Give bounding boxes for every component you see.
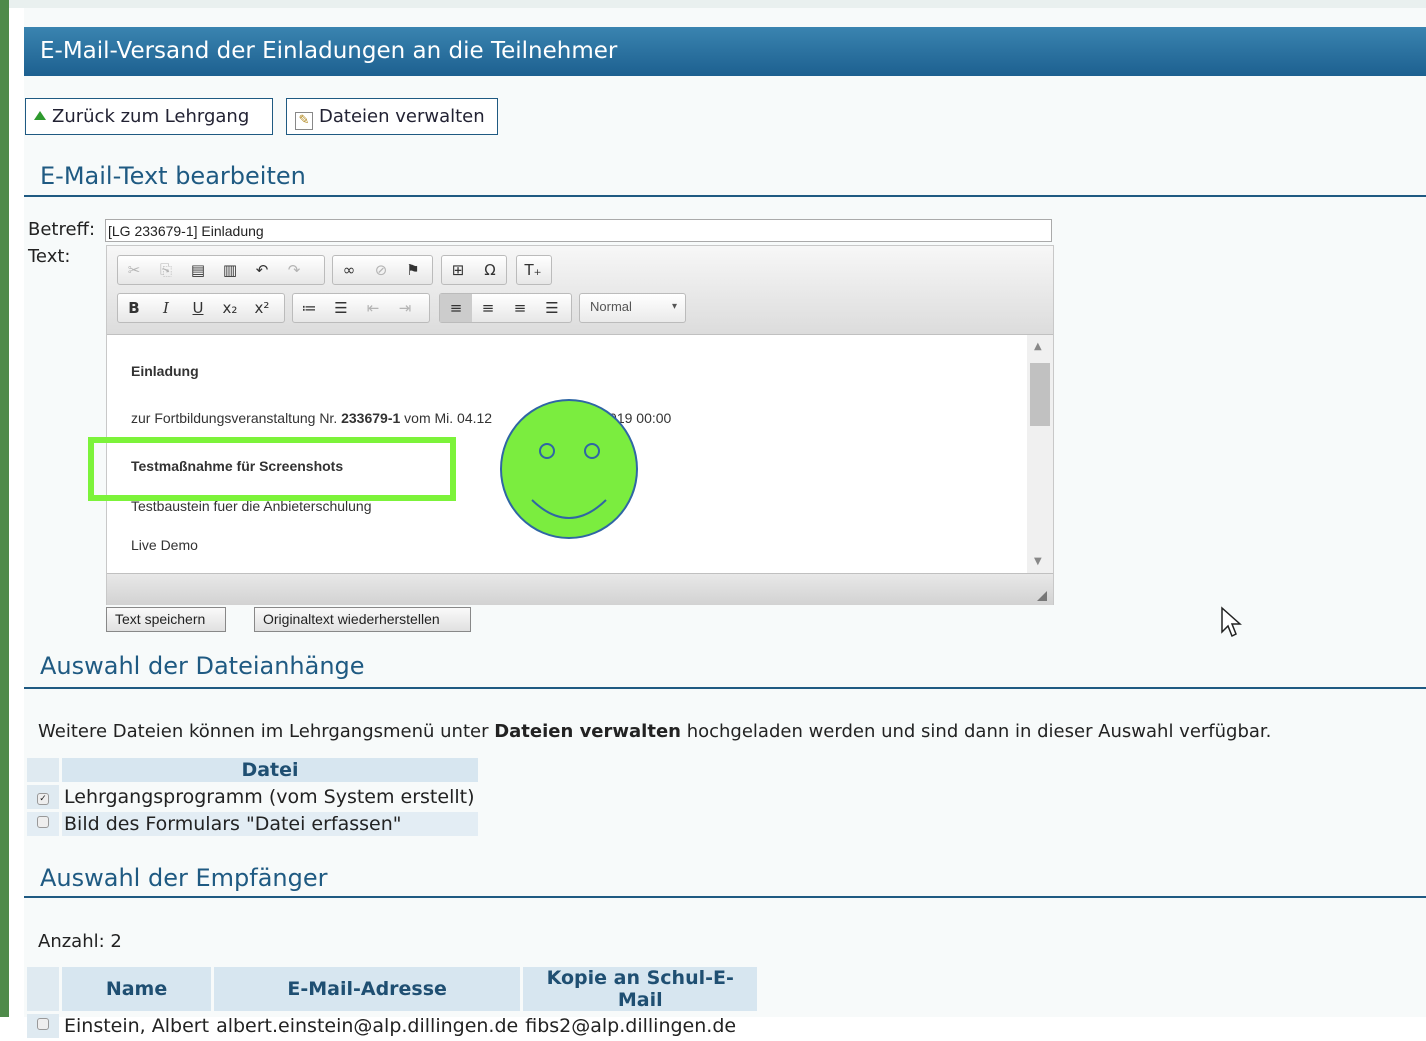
content-live-demo: Live Demo [131,537,198,553]
checkbox-unchecked-icon[interactable] [37,1018,49,1030]
save-text-button[interactable]: Text speichern [106,607,226,632]
chevron-down-icon: ▾ [671,301,677,312]
section-heading-recipients: Auswahl der Empfänger [24,864,1426,898]
column-header-file: Datei [62,758,478,782]
table-header-row: Name E-Mail-Adresse Kopie an Schul-E-Mai… [27,967,758,1011]
edit-pencil-icon: ✎ [295,112,313,130]
table-row: Bild des Formulars "Datei erfassen" [27,812,478,836]
arrow-up-icon [34,111,46,120]
subject-label: Betreff: [28,219,96,240]
select-column-header [27,967,59,1011]
subject-input[interactable]: [LG 233679-1] Einladung [105,219,1052,242]
text-style-group: B I U x₂ x² [117,293,285,323]
scroll-up-icon[interactable]: ▲ [1034,341,1042,352]
section-heading-edit-text: E-Mail-Text bearbeiten [24,162,1426,197]
list-group: ≔ ☰ ⇤ ⇥ [292,293,430,323]
select-column-header [27,758,59,782]
recipient-copy-email: fibs2@alp.dillingen.de [525,1015,737,1037]
italic-icon[interactable]: I [150,294,182,322]
back-to-course-button[interactable]: Zurück zum Lehrgang [25,98,273,135]
cut-icon[interactable]: ✂ [118,256,150,284]
page-title: E-Mail-Versand der Einladungen an die Te… [24,27,1426,76]
smiley-face-icon [500,399,638,539]
recipient-name: Einstein, Albert [64,1015,210,1037]
recipient-count: Anzahl: 2 [38,931,122,952]
info-prefix: Weitere Dateien können im Lehrgangsmenü … [38,721,495,742]
column-header-name: Name [62,967,212,1011]
info-suffix: hochgeladen werden und sind dann in dies… [680,721,1272,742]
attachments-info-text: Weitere Dateien können im Lehrgangsmenü … [38,721,1271,742]
column-header-copy: Kopie an Schul-E-Mail [523,967,758,1011]
editor-status-bar [107,573,1053,605]
file-name: Lehrgangsprogramm (vom System erstellt) [64,786,475,808]
file-checkbox[interactable]: ✓ [27,785,59,809]
mouse-cursor-icon [1220,606,1242,646]
format-select[interactable]: Normal ▾ [579,293,686,323]
align-left-icon[interactable]: ≡ [440,294,472,322]
align-justify-icon[interactable]: ☰ [536,294,568,322]
align-center-icon[interactable]: ≡ [472,294,504,322]
event-number: 233679-1 [341,410,401,426]
clipboard-group: ✂ ⎘ ▤ ▥ ↶ ↷ [117,255,325,285]
underline-icon[interactable]: U [182,294,214,322]
back-to-course-label: Zurück zum Lehrgang [52,106,250,127]
scroll-down-icon[interactable]: ▼ [1034,556,1042,567]
section-heading-attachments: Auswahl der Dateianhänge [24,652,1426,689]
paste-text-icon[interactable]: ▥ [214,256,246,284]
attachments-table: Datei ✓ Lehrgangsprogramm (vom System er… [24,755,481,839]
left-border-strip [0,0,9,1017]
text-label: Text: [28,246,71,267]
checkbox-checked-icon[interactable]: ✓ [37,793,49,805]
table-row: Einstein, Albert albert.einstein@alp.dil… [27,1014,757,1038]
decrease-indent-icon[interactable]: ⇤ [357,294,389,322]
scroll-thumb[interactable] [1030,363,1050,426]
manage-files-label: Dateien verwalten [319,106,485,127]
editor-scrollbar[interactable]: ▲ ▼ [1027,335,1053,573]
anchor-flag-icon[interactable]: ⚑ [397,256,429,284]
event-line-prefix: zur Fortbildungsveranstaltung Nr. [131,410,342,426]
link-icon[interactable]: ∞ [333,256,365,284]
redo-icon[interactable]: ↷ [278,256,310,284]
restore-original-button[interactable]: Originaltext wiederherstellen [254,607,471,632]
format-select-value: Normal [590,299,632,314]
superscript-icon[interactable]: x² [246,294,278,322]
checkbox-unchecked-icon[interactable] [37,816,49,828]
recipients-table: Name E-Mail-Adresse Kopie an Schul-E-Mai… [24,964,760,1041]
insert-group: ⊞ Ω [441,255,507,285]
file-name: Bild des Formulars "Datei erfassen" [62,812,478,836]
bulleted-list-icon[interactable]: ☰ [325,294,357,322]
undo-icon[interactable]: ↶ [246,256,278,284]
clear-format-group: T₊ [516,255,552,285]
unlink-icon[interactable]: ⊘ [365,256,397,284]
paste-icon[interactable]: ▤ [182,256,214,284]
recipient-checkbox[interactable] [27,1014,59,1038]
info-bold: Dateien verwalten [494,721,681,742]
align-group: ≡ ≡ ≡ ☰ [439,293,572,323]
link-group: ∞ ⊘ ⚑ [332,255,433,285]
bold-icon[interactable]: B [118,294,150,322]
top-banner-strip [9,0,1426,8]
resize-handle-icon[interactable] [1037,591,1047,601]
special-char-icon[interactable]: Ω [474,256,506,284]
highlight-frame [88,437,456,501]
copy-icon[interactable]: ⎘ [150,256,182,284]
table-row: ✓ Lehrgangsprogramm (vom System erstellt… [27,785,478,809]
event-line-mid: vom Mi. 04.12 [400,410,493,426]
content-heading: Einladung [131,363,199,379]
column-header-email: E-Mail-Adresse [214,967,521,1011]
editor-toolbar: ✂ ⎘ ▤ ▥ ↶ ↷ ∞ ⊘ ⚑ ⊞ Ω T₊ B I U x₂ x² ≔ ☰ [107,246,1053,335]
table-icon[interactable]: ⊞ [442,256,474,284]
numbered-list-icon[interactable]: ≔ [293,294,325,322]
increase-indent-icon[interactable]: ⇥ [389,294,421,322]
align-right-icon[interactable]: ≡ [504,294,536,322]
manage-files-button[interactable]: ✎ Dateien verwalten [286,98,498,135]
remove-format-icon[interactable]: T₊ [517,256,549,284]
subscript-icon[interactable]: x₂ [214,294,246,322]
file-checkbox[interactable] [27,812,59,836]
recipient-email: albert.einstein@alp.dillingen.de [216,1015,519,1037]
table-header-row: Datei [27,758,478,782]
